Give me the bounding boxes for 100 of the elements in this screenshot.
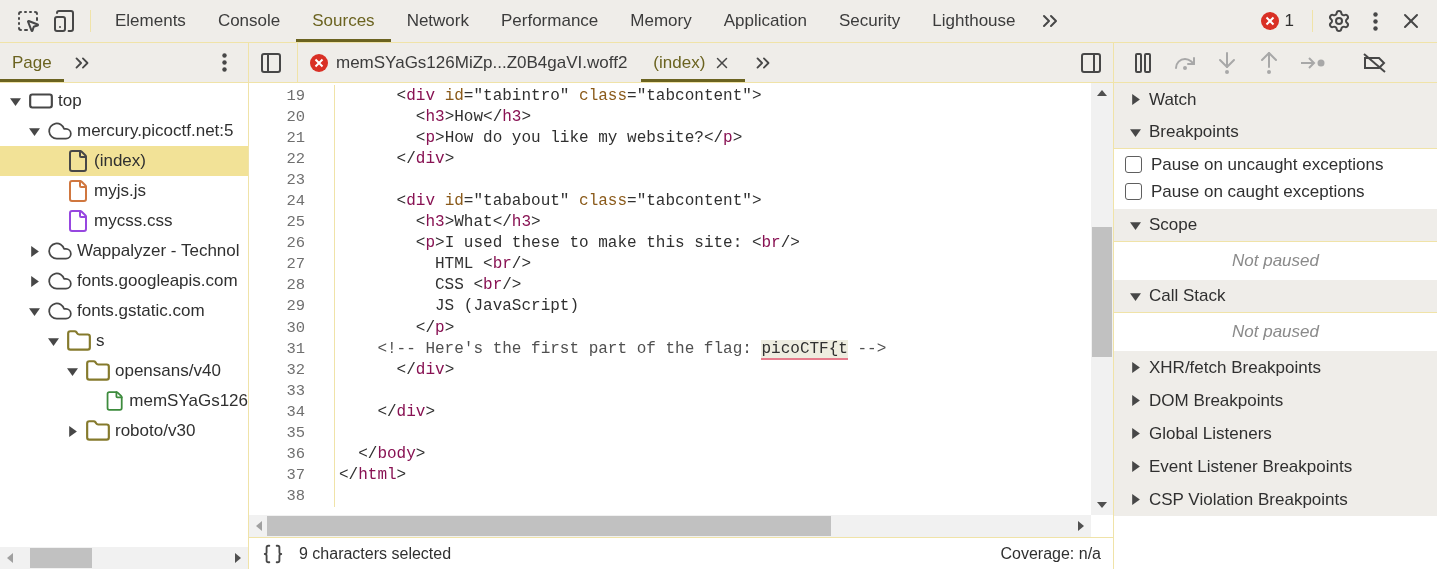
expanded-caret-icon[interactable] [29,125,40,137]
section-header[interactable]: Watch [1114,83,1437,116]
line-number: 35 [285,424,305,443]
empty-message: Not paused [1231,250,1321,272]
tree-item[interactable]: mycss.css [0,206,248,236]
file-tab[interactable]: (index) [641,43,746,82]
line-number: 37 [285,466,305,485]
collapsed-caret-icon[interactable] [29,245,40,257]
collapsed-caret-icon[interactable] [1130,362,1141,373]
expanded-caret-icon[interactable] [48,335,59,347]
panel-tab[interactable]: Elements [99,0,202,42]
expanded-caret-icon[interactable] [1130,126,1141,138]
checkbox[interactable] [1125,156,1142,173]
collapsed-caret-icon[interactable] [1130,461,1141,472]
panel-tab[interactable]: Security [822,0,917,42]
section-header[interactable]: Global Listeners [1114,417,1437,450]
line-number: 23 [285,170,305,189]
section-header[interactable]: DOM Breakpoints [1114,384,1437,417]
code-line: </div> [376,402,436,421]
line-number: 36 [285,445,305,464]
tree-item[interactable]: opensans/v40 [0,356,248,386]
expanded-caret-icon[interactable] [1130,219,1141,231]
tree-item[interactable]: mercury.picoctf.net:5 [0,116,248,146]
line-number: 20 [285,107,305,126]
section-header[interactable]: Scope [1114,209,1437,242]
collapsed-caret-icon[interactable] [29,275,40,287]
code-line: </div> [395,149,455,168]
selection-status: 9 characters selected [299,544,452,563]
tree-item[interactable]: roboto/v30 [0,416,248,446]
line-number: 25 [285,213,305,232]
scroll-down-icon[interactable] [1097,501,1107,509]
panel-tab[interactable]: Application [707,0,823,42]
collapsed-caret-icon[interactable] [1130,395,1141,406]
section-header[interactable]: CSP Violation Breakpoints [1114,483,1437,516]
panel-left-icon [259,50,283,75]
checkbox[interactable] [1125,183,1142,200]
panel-right-icon [1079,50,1103,75]
panel-tab[interactable]: Lighthouse [916,0,1032,42]
scroll-up-icon[interactable] [1097,89,1107,97]
section-header[interactable]: XHR/fetch Breakpoints [1114,351,1437,384]
code-line: <div id="tabintro" class="tabcontent"> [395,86,762,105]
section-header[interactable]: Breakpoints [1114,116,1437,149]
code-line: </p> [414,318,455,337]
line-number: 29 [285,297,305,316]
collapsed-caret-icon[interactable] [1130,94,1141,105]
line-number: 26 [285,234,305,253]
code-line: </body> [357,445,426,464]
section-header[interactable]: Call Stack [1114,280,1437,313]
horizontal-scrollbar[interactable] [0,547,248,569]
checkbox-label: Pause on uncaught exceptions [1151,154,1384,175]
tree-item[interactable]: top [0,86,248,116]
navigator-tab[interactable]: Page [0,43,64,82]
tree-item[interactable]: fonts.googleapis.com [0,266,248,296]
collapsed-caret-icon[interactable] [1130,428,1141,439]
expanded-caret-icon[interactable] [67,365,78,377]
settings-icon [1327,9,1351,33]
tree-item[interactable]: myjs.js [0,176,248,206]
line-number: 31 [285,339,305,358]
panel-tab[interactable]: Console [201,0,297,42]
tree-item[interactable]: memSYaGs126 [0,386,248,416]
horizontal-scrollbar[interactable] [249,515,1091,537]
vertical-scrollbar[interactable] [1091,83,1113,515]
scroll-right-icon[interactable] [1077,521,1085,531]
tree-item[interactable]: (index) [0,146,248,176]
collapsed-caret-icon[interactable] [67,425,78,437]
panel-tab[interactable]: Network [390,0,485,42]
expanded-caret-icon[interactable] [1130,290,1141,302]
line-number: 24 [285,192,305,210]
breakpoint-off-icon [1362,51,1388,74]
code-line: <!-- Here's the first part of the flag: picoCTF{t --> [376,339,887,358]
devices-icon [52,9,76,33]
scroll-right-icon[interactable] [234,553,242,563]
error-count-button[interactable]: 1 [1250,11,1304,31]
file-tab[interactable]: memSYaGs126MiZp...Z0B4gaVI.woff2 [298,43,642,82]
tree-item[interactable]: Wappalyzer - Technol [0,236,248,266]
line-number: 21 [285,128,305,147]
line-number: 38 [285,487,305,506]
line-number: 27 [285,255,305,274]
expanded-caret-icon[interactable] [29,305,40,317]
error-icon [1260,12,1279,30]
tree-item[interactable]: s [0,326,248,356]
expanded-caret-icon[interactable] [10,95,21,107]
more-icon [221,53,227,72]
device-toolbar-button[interactable] [52,7,76,35]
folder-icon [85,358,111,384]
line-number: 30 [285,318,305,337]
code-line: HTML <br/> [434,255,532,274]
checkbox-label: Pause on caught exceptions [1151,181,1365,202]
tree-item[interactable]: fonts.gstatic.com [0,296,248,326]
code-line: <p>I used these to make this site: <br/> [414,234,800,253]
more-icon [1372,11,1378,31]
collapsed-caret-icon[interactable] [1130,494,1141,505]
section-header[interactable]: Event Listener Breakpoints [1114,450,1437,483]
line-number: 34 [285,402,305,421]
panel-tab[interactable]: Memory [614,0,708,42]
line-number: 32 [285,360,305,379]
settings-button[interactable] [1327,7,1351,35]
panel-tab[interactable]: Performance [485,0,615,42]
code-line: </div> [395,360,455,379]
line-number: 33 [285,381,305,400]
